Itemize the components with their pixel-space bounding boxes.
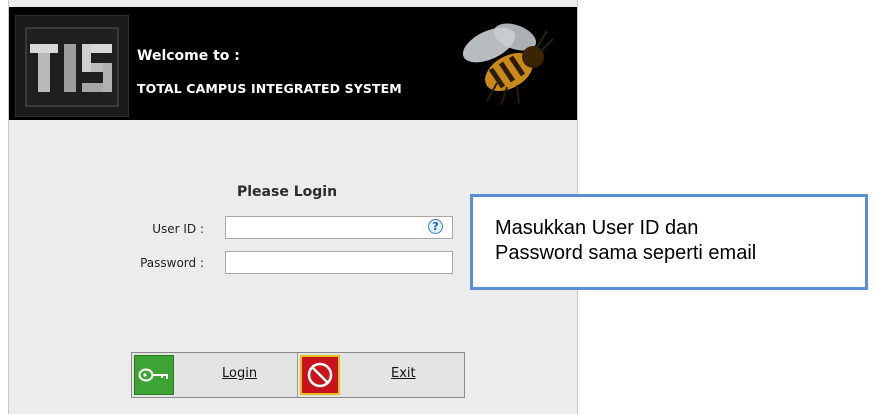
password-label: Password : <box>140 256 204 270</box>
help-icon[interactable]: ? <box>428 219 443 234</box>
callout-line-1: Masukkan User ID dan <box>495 217 699 239</box>
instruction-callout: Masukkan User ID dan Password sama seper… <box>470 194 868 290</box>
no-entry-icon <box>300 355 340 395</box>
login-button-label: Login <box>222 366 258 381</box>
exit-button[interactable]: Exit <box>298 353 464 397</box>
callout-line-2: Password sama seperti email <box>495 242 757 264</box>
user-id-input[interactable] <box>225 216 453 239</box>
user-id-label: User ID : <box>152 222 204 236</box>
app-header: Welcome to : TOTAL CAMPUS INTEGRATED SYS… <box>9 7 577 120</box>
login-button[interactable]: Login <box>132 353 298 397</box>
action-buttons: Login Exit <box>131 352 465 398</box>
password-input[interactable] <box>225 251 453 274</box>
welcome-text: Welcome to : <box>137 48 240 64</box>
callout-text: Masukkan User ID dan Password sama seper… <box>495 216 756 266</box>
key-icon <box>134 355 174 395</box>
login-title: Please Login <box>237 184 338 200</box>
tis-logo <box>15 15 129 117</box>
bee-logo <box>457 17 557 112</box>
exit-button-label: Exit <box>391 366 416 381</box>
system-name: TOTAL CAMPUS INTEGRATED SYSTEM <box>137 81 402 96</box>
